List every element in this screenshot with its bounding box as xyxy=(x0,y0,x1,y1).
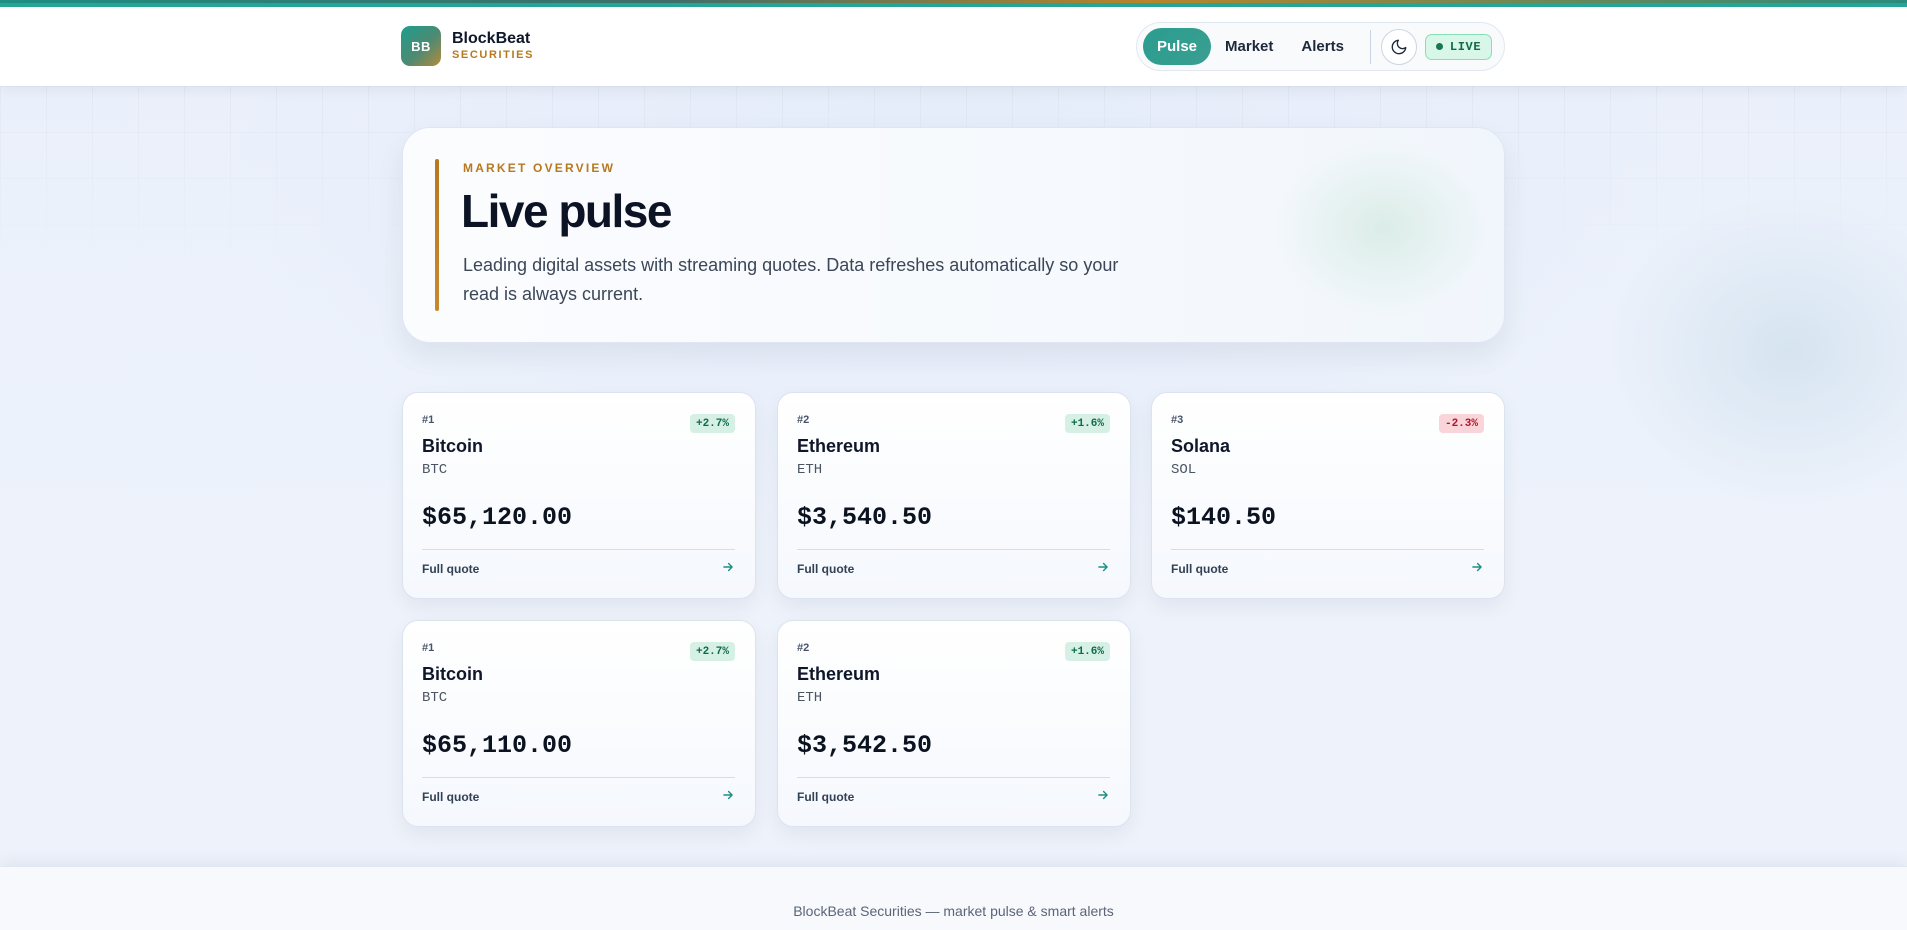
top-header: BB BlockBeat SECURITIES Pulse Market Ale… xyxy=(0,7,1907,86)
hero-eyebrow: MARKET OVERVIEW xyxy=(463,161,616,175)
asset-symbol: BTC xyxy=(422,690,448,706)
hero-description: Leading digital assets with streaming qu… xyxy=(463,255,1119,304)
arrow-right-icon[interactable] xyxy=(721,560,735,574)
change-badge: +2.7% xyxy=(689,414,735,433)
card-divider xyxy=(797,777,1110,778)
asset-card[interactable]: #2 +1.6% Ethereum ETH $3,542.50 Full quo… xyxy=(777,620,1131,827)
asset-name: Bitcoin xyxy=(422,436,483,456)
asset-symbol: ETH xyxy=(797,690,823,706)
theme-toggle-button[interactable] xyxy=(1380,28,1417,65)
hero-glow xyxy=(1273,138,1493,318)
live-label: LIVE xyxy=(1449,39,1482,54)
asset-card[interactable]: #3 -2.3% Solana SOL $140.50 Full quote xyxy=(1151,392,1505,599)
full-quote-link[interactable]: Full quote xyxy=(797,790,854,804)
change-badge: -2.3% xyxy=(1438,414,1484,433)
asset-rank: #3 xyxy=(1171,414,1184,426)
brand[interactable]: BB BlockBeat SECURITIES xyxy=(401,26,534,66)
top-accent-stripe xyxy=(0,0,1907,7)
asset-price: $3,540.50 xyxy=(797,503,933,532)
brand-logo: BB xyxy=(401,26,441,66)
page-title: Live pulse xyxy=(461,185,672,237)
brand-name: BlockBeat xyxy=(452,30,531,47)
hero-accent-bar xyxy=(435,159,439,311)
page-footer: BlockBeat Securities — market pulse & sm… xyxy=(0,866,1907,930)
asset-name: Ethereum xyxy=(797,436,881,456)
card-divider xyxy=(422,549,735,550)
nav-item-market[interactable]: Market xyxy=(1211,28,1287,65)
moon-icon xyxy=(1391,39,1407,54)
asset-card[interactable]: #1 +2.7% Bitcoin BTC $65,110.00 Full quo… xyxy=(402,620,756,827)
brand-text: BlockBeat SECURITIES xyxy=(452,29,534,63)
live-status-badge: LIVE xyxy=(1424,33,1493,60)
asset-price: $3,542.50 xyxy=(797,731,933,760)
asset-rank: #1 xyxy=(422,414,435,426)
card-divider xyxy=(422,777,735,778)
card-divider xyxy=(1171,549,1484,550)
asset-price: $140.50 xyxy=(1171,503,1277,532)
asset-symbol: BTC xyxy=(422,462,448,478)
asset-rank: #1 xyxy=(422,642,435,654)
asset-symbol: SOL xyxy=(1171,462,1197,478)
arrow-right-icon[interactable] xyxy=(1096,788,1110,802)
nav-item-alerts[interactable]: Alerts xyxy=(1287,28,1358,65)
change-badge: +1.6% xyxy=(1064,414,1110,433)
brand-subtitle: SECURITIES xyxy=(452,49,535,61)
card-divider xyxy=(797,549,1110,550)
arrow-right-icon[interactable] xyxy=(1470,560,1484,574)
live-dot-icon xyxy=(1435,43,1443,50)
asset-name: Ethereum xyxy=(797,664,881,684)
asset-card[interactable]: #1 +2.7% Bitcoin BTC $65,120.00 Full quo… xyxy=(402,392,756,599)
full-quote-link[interactable]: Full quote xyxy=(422,790,479,804)
asset-name: Bitcoin xyxy=(422,664,483,684)
nav-item-pulse[interactable]: Pulse xyxy=(1143,28,1212,65)
full-quote-link[interactable]: Full quote xyxy=(797,562,854,576)
change-badge: +1.6% xyxy=(1064,642,1110,661)
hero-panel: MARKET OVERVIEW Live pulse Leading digit… xyxy=(402,127,1505,343)
asset-price: $65,120.00 xyxy=(422,503,573,532)
main-nav: Pulse Market Alerts LIVE xyxy=(1136,22,1505,71)
asset-price: $65,110.00 xyxy=(422,731,573,760)
asset-symbol: ETH xyxy=(797,462,823,478)
asset-card[interactable]: #2 +1.6% Ethereum ETH $3,540.50 Full quo… xyxy=(777,392,1131,599)
footer-text: BlockBeat Securities — market pulse & sm… xyxy=(793,903,1114,919)
full-quote-link[interactable]: Full quote xyxy=(1171,562,1228,576)
asset-rank: #2 xyxy=(797,642,810,654)
nav-divider xyxy=(1369,29,1371,64)
arrow-right-icon[interactable] xyxy=(1096,560,1110,574)
asset-name: Solana xyxy=(1171,436,1231,456)
full-quote-link[interactable]: Full quote xyxy=(422,562,479,576)
change-badge: +2.7% xyxy=(689,642,735,661)
asset-rank: #2 xyxy=(797,414,810,426)
arrow-right-icon[interactable] xyxy=(721,788,735,802)
